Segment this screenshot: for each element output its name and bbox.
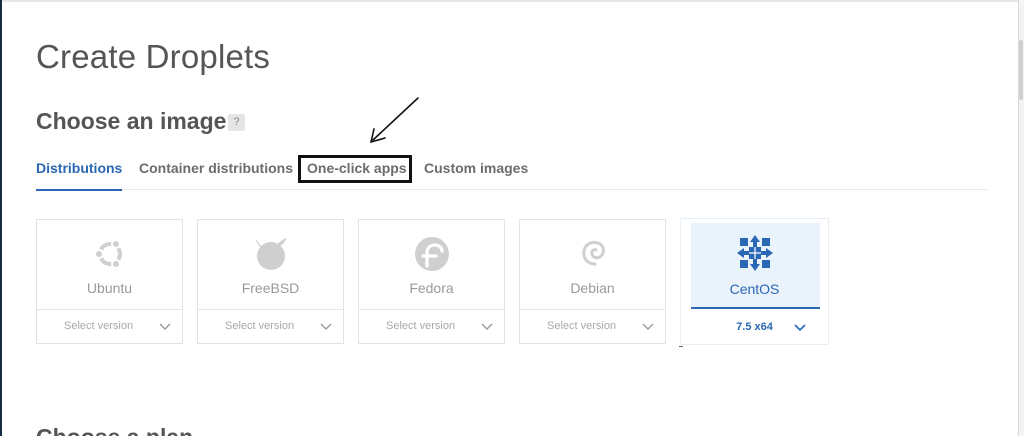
version-select[interactable]: Select version — [520, 310, 665, 344]
debian-icon — [581, 240, 605, 266]
freebsd-icon — [254, 238, 287, 270]
distro-name: Fedora — [409, 280, 454, 296]
chevron-down-icon — [320, 323, 332, 330]
version-select[interactable]: Select version — [37, 310, 182, 344]
distro-card-fedora[interactable]: Fedora Select version — [358, 219, 505, 344]
distro-name: Debian — [570, 280, 615, 296]
page-title: Create Droplets — [36, 38, 271, 75]
image-tabs: Distributions Container distributions On… — [36, 158, 988, 191]
distro-card-centos[interactable]: CentOS 7.5 x64 — [681, 219, 828, 344]
window-left-edge — [0, 0, 2, 436]
fedora-icon — [414, 237, 449, 271]
chevron-down-icon — [642, 323, 654, 330]
version-select-label: Select version — [225, 320, 295, 332]
scrollbar-thumb[interactable] — [1019, 40, 1023, 100]
chevron-down-icon — [159, 323, 171, 330]
version-select[interactable]: Select version — [198, 310, 343, 344]
centos-icon — [736, 235, 773, 271]
version-select-label: Select version — [64, 320, 134, 332]
version-select-label: Select version — [547, 320, 617, 332]
distro-name: CentOS — [729, 281, 780, 297]
distro-name: Ubuntu — [86, 280, 133, 296]
distro-name: FreeBSD — [241, 280, 300, 296]
version-select-label: Select version — [386, 320, 456, 332]
tab-distributions[interactable]: Distributions — [36, 158, 123, 191]
stray-mark — [679, 346, 683, 347]
distro-card-debian[interactable]: Debian Select version — [519, 219, 666, 344]
tab-custom-images[interactable]: Custom images — [424, 158, 528, 190]
distro-card-ubuntu[interactable]: Ubuntu Select version — [36, 219, 183, 344]
version-select[interactable]: Select version — [359, 310, 504, 344]
annotation-arrow-icon — [370, 97, 419, 143]
help-icon[interactable]: ? — [228, 114, 245, 131]
chevron-down-icon — [794, 324, 806, 332]
section-title-choose-plan: Choose a plan — [36, 424, 193, 436]
tab-highlight-box — [298, 155, 412, 183]
tab-container-distributions[interactable]: Container distributions — [139, 158, 293, 190]
version-select[interactable]: 7.5 x64 — [681, 309, 828, 343]
top-border — [0, 0, 1024, 2]
section-title-choose-image: Choose an image — [36, 108, 227, 134]
ubuntu-icon — [93, 239, 122, 269]
distro-card-freebsd[interactable]: FreeBSD Select version — [197, 219, 344, 344]
chevron-down-icon — [481, 323, 493, 330]
